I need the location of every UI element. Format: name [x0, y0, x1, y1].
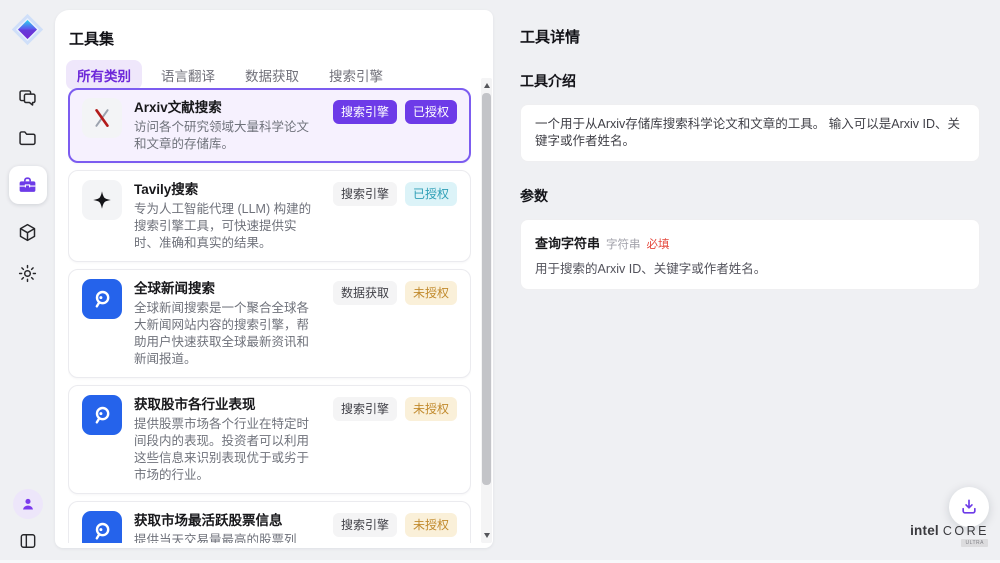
- chat-icon: [17, 87, 38, 108]
- user-avatar-icon: [19, 495, 37, 513]
- tool-name: 获取股市各行业表现: [134, 395, 321, 414]
- tool-name: 获取市场最活跃股票信息: [134, 511, 321, 530]
- news-search-icon: [82, 395, 122, 435]
- toolbox-icon: [17, 175, 38, 196]
- intro-heading: 工具介绍: [520, 71, 980, 91]
- intro-card: 一个用于从Arxiv存储库搜索科学论文和文章的工具。 输入可以是Arxiv ID…: [520, 104, 980, 162]
- brand-badge: ultra: [961, 539, 988, 547]
- news-search-icon: [82, 511, 122, 543]
- tool-details-section: 工具详情 工具介绍 一个用于从Arxiv存储库搜索科学论文和文章的工具。 输入可…: [520, 0, 980, 290]
- sidebar-item-chat[interactable]: [15, 84, 41, 110]
- tool-name: Tavily搜索: [134, 180, 321, 199]
- folder-icon: [17, 128, 38, 149]
- app-logo[interactable]: [11, 13, 44, 46]
- param-type: 字符串: [606, 236, 641, 252]
- tool-description: 提供股票市场各个行业在特定时间段内的表现。投资者可以利用这些信息来识别表现优于或…: [134, 416, 321, 484]
- params-heading: 参数: [520, 186, 980, 206]
- sidebar-nav: [0, 84, 55, 286]
- arxiv-logo-icon: [82, 98, 122, 138]
- tool-auth-badge: 未授权: [405, 397, 457, 421]
- left-sidebar: [0, 0, 55, 563]
- toolset-panel: 工具集 所有类别语言翻译数据获取搜索引擎 Arxiv文献搜索 访问各个研究领域大…: [55, 10, 493, 548]
- category-tabs: 所有类别语言翻译数据获取搜索引擎: [66, 60, 394, 90]
- intro-text: 一个用于从Arxiv存储库搜索科学论文和文章的工具。 输入可以是Arxiv ID…: [535, 116, 965, 150]
- tool-name: 全球新闻搜索: [134, 279, 321, 298]
- parameter-item: 查询字符串字符串必填用于搜索的Arxiv ID、关键字或作者姓名。: [535, 233, 965, 278]
- sparkle-icon: [82, 180, 122, 220]
- intel-core-logo: intel core ultra: [910, 523, 989, 547]
- param-description: 用于搜索的Arxiv ID、关键字或作者姓名。: [535, 261, 965, 278]
- tool-auth-badge: 未授权: [405, 513, 457, 537]
- param-name: 查询字符串: [535, 233, 600, 252]
- param-required-label: 必填: [647, 236, 670, 252]
- tool-category-badge: 搜索引擎: [333, 100, 397, 124]
- sidebar-item-cube[interactable]: [15, 219, 41, 245]
- sidebar-item-toolbox[interactable]: [9, 166, 47, 204]
- download-icon: [959, 497, 979, 517]
- details-title: 工具详情: [520, 26, 980, 47]
- tab-语言翻译[interactable]: 语言翻译: [150, 60, 226, 90]
- gear-icon: [17, 263, 38, 284]
- tool-auth-badge: 已授权: [405, 182, 457, 206]
- tool-category-badge: 搜索引擎: [333, 513, 397, 537]
- tool-description: 全球新闻搜索是一个聚合全球各大新闻网站内容的搜索引擎，帮助用户快速获取全球最新资…: [134, 300, 321, 368]
- tool-card[interactable]: 获取市场最活跃股票信息 提供当天交易量最高的股票列表，投资者可以利用这些信息来识…: [68, 501, 471, 543]
- tab-数据获取[interactable]: 数据获取: [234, 60, 310, 90]
- params-card: 查询字符串字符串必填用于搜索的Arxiv ID、关键字或作者姓名。: [520, 219, 980, 290]
- tool-name: Arxiv文献搜索: [134, 98, 321, 117]
- news-search-icon: [82, 279, 122, 319]
- cube-icon: [17, 222, 38, 243]
- toolset-title: 工具集: [69, 28, 114, 49]
- tool-description: 访问各个研究领域大量科学论文和文章的存储库。: [134, 119, 321, 153]
- tab-所有类别[interactable]: 所有类别: [66, 60, 142, 90]
- brand-secondary-text: core: [943, 524, 989, 538]
- tab-搜索引擎[interactable]: 搜索引擎: [318, 60, 394, 90]
- tool-category-badge: 搜索引擎: [333, 182, 397, 206]
- user-avatar[interactable]: [13, 489, 43, 519]
- tool-auth-badge: 未授权: [405, 281, 457, 305]
- tool-card[interactable]: Arxiv文献搜索 访问各个研究领域大量科学论文和文章的存储库。 搜索引擎 已授…: [68, 88, 471, 163]
- scroll-down-arrow-icon[interactable]: [484, 533, 490, 538]
- sidebar-bottom: [0, 489, 55, 553]
- download-button[interactable]: [949, 487, 989, 527]
- tool-description: 提供当天交易量最高的股票列表，投资者可以利用这些信息来识别流动性强的股票和潜在的…: [134, 532, 321, 543]
- panel-toggle-icon: [18, 531, 38, 551]
- tool-card[interactable]: 获取股市各行业表现 提供股票市场各个行业在特定时间段内的表现。投资者可以利用这些…: [68, 385, 471, 494]
- panel-toggle-button[interactable]: [16, 529, 40, 553]
- tool-list: Arxiv文献搜索 访问各个研究领域大量科学论文和文章的存储库。 搜索引擎 已授…: [68, 88, 471, 543]
- tool-description: 专为人工智能代理 (LLM) 构建的搜索引擎工具，可快速提供实时、准确和真实的结…: [134, 201, 321, 252]
- tool-auth-badge: 已授权: [405, 100, 457, 124]
- list-scrollbar[interactable]: [481, 78, 492, 543]
- sidebar-item-folder[interactable]: [15, 125, 41, 151]
- tool-card[interactable]: 全球新闻搜索 全球新闻搜索是一个聚合全球各大新闻网站内容的搜索引擎，帮助用户快速…: [68, 269, 471, 378]
- tool-category-badge: 数据获取: [333, 281, 397, 305]
- scroll-up-arrow-icon[interactable]: [484, 83, 490, 88]
- tool-category-badge: 搜索引擎: [333, 397, 397, 421]
- tool-card[interactable]: Tavily搜索 专为人工智能代理 (LLM) 构建的搜索引擎工具，可快速提供实…: [68, 170, 471, 262]
- sidebar-item-gear[interactable]: [15, 260, 41, 286]
- scrollbar-thumb[interactable]: [482, 93, 491, 485]
- brand-primary-text: intel: [910, 523, 939, 538]
